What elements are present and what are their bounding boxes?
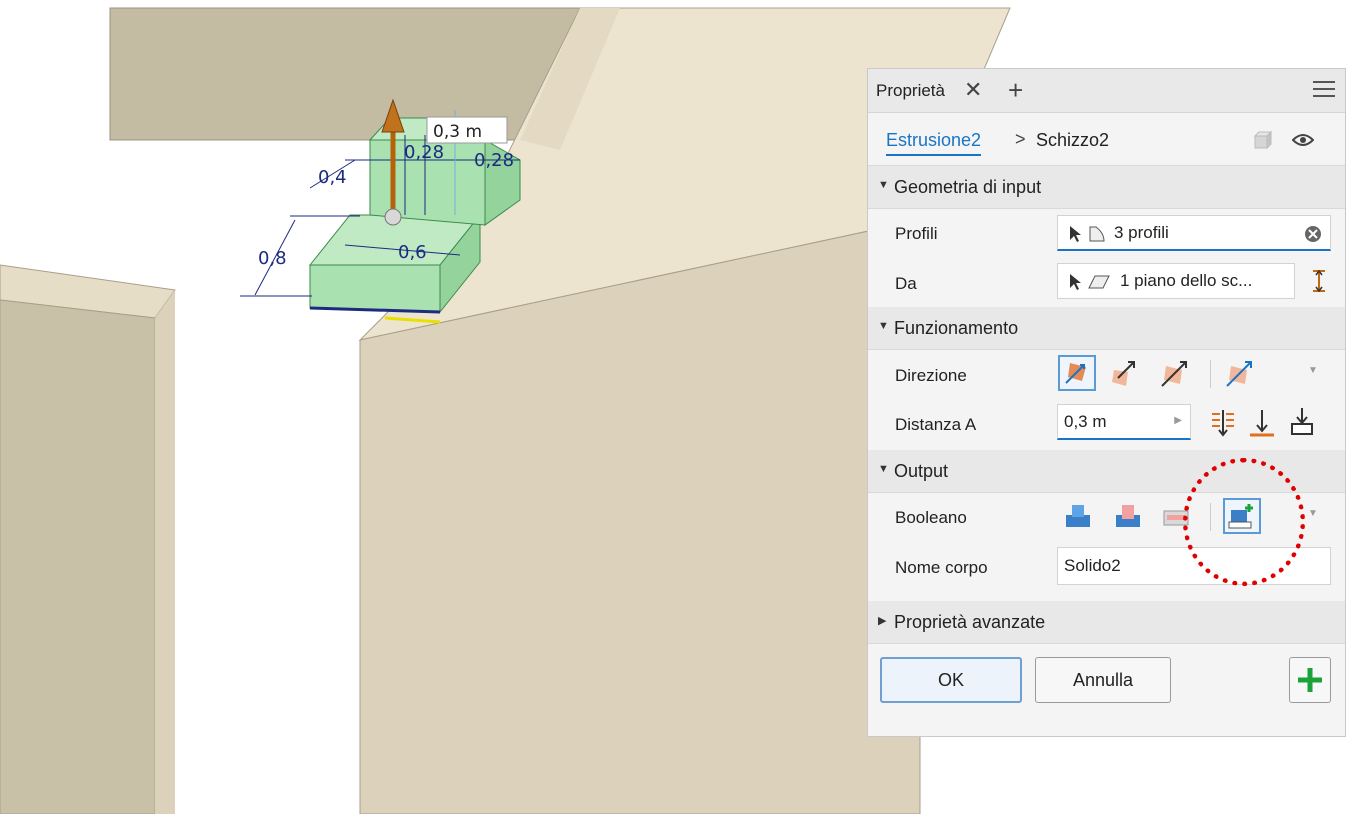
direction-label: Direzione xyxy=(895,366,967,385)
distance-value: 0,3 m xyxy=(1064,412,1107,431)
caret-down-icon: ▼ xyxy=(878,179,889,191)
height-value-text: 0,3 m xyxy=(433,122,482,142)
from-value: 1 piano dello sc... xyxy=(1120,271,1253,290)
join-icon[interactable] xyxy=(1063,501,1093,531)
boolean-dropdown-icon[interactable]: ▼ xyxy=(1308,508,1318,519)
row-distance: Distanza A 0,3 m ▶ xyxy=(868,400,1345,450)
section-behavior-label: Funzionamento xyxy=(894,318,1019,338)
breadcrumb: Estrusione2 > Schizzo2 xyxy=(868,113,1345,166)
dimension-028-left: 0,28 xyxy=(404,142,444,163)
left-pillar-side xyxy=(155,290,175,814)
caret-down-icon: ▼ xyxy=(878,463,889,475)
to-icon[interactable] xyxy=(1248,408,1276,438)
row-profiles: Profili 3 profili xyxy=(868,209,1345,259)
breadcrumb-separator: > xyxy=(1015,129,1026,149)
hamburger-menu-icon[interactable] xyxy=(1313,81,1335,102)
cut-icon[interactable] xyxy=(1113,501,1143,531)
dimension-028-right: 0,28 xyxy=(474,150,514,171)
row-direction: Direzione ▼ xyxy=(868,350,1345,400)
section-input-geometry[interactable]: ▼ Geometria di input xyxy=(868,166,1345,209)
toolbar-divider xyxy=(1210,360,1211,388)
distance-between-icon[interactable] xyxy=(1208,408,1236,438)
profiles-label: Profili xyxy=(895,224,938,243)
distance-label: Distanza A xyxy=(895,415,977,434)
through-all-icon[interactable] xyxy=(1288,406,1316,436)
caret-right-icon: ▶ xyxy=(878,615,887,627)
dimension-08: 0,8 xyxy=(258,248,287,269)
eye-icon[interactable] xyxy=(1292,132,1314,148)
cancel-button[interactable]: Annulla xyxy=(1035,657,1171,703)
distance-input[interactable]: 0,3 m ▶ xyxy=(1057,404,1191,440)
section-behavior[interactable]: ▼ Funzionamento xyxy=(868,307,1345,350)
section-output-label: Output xyxy=(894,461,949,481)
panel-tab-bar: Proprietà ✕ + xyxy=(868,69,1345,113)
cursor-icon xyxy=(1070,226,1081,242)
plus-icon xyxy=(1298,668,1322,692)
close-icon[interactable]: ✕ xyxy=(964,77,982,103)
left-pillar-front xyxy=(0,299,156,815)
breadcrumb-sketch[interactable]: Schizzo2 xyxy=(1036,130,1109,151)
direction-flip-icon[interactable] xyxy=(1108,358,1140,390)
direction-dropdown-icon[interactable]: ▼ xyxy=(1308,365,1318,376)
section-advanced-label: Proprietà avanzate xyxy=(894,612,1046,632)
section-input-geometry-label: Geometria di input xyxy=(894,177,1042,197)
panel-footer: OK Annulla xyxy=(868,644,1345,724)
direction-default-button[interactable] xyxy=(1058,355,1096,391)
properties-panel: Proprietà ✕ + Estrusione2 > Schizzo2 ▼ G… xyxy=(867,68,1346,737)
from-label: Da xyxy=(895,274,917,293)
direction-asymmetric-icon[interactable] xyxy=(1223,358,1255,390)
ok-button[interactable]: OK xyxy=(880,657,1022,703)
profile-icon xyxy=(1089,226,1105,242)
profiles-value: 3 profili xyxy=(1114,223,1169,242)
boolean-label: Booleano xyxy=(895,508,967,527)
back-wall-top xyxy=(109,7,581,141)
row-from: Da 1 piano dello sc... xyxy=(868,259,1345,307)
cube-icon[interactable] xyxy=(1253,131,1273,151)
body-name-label: Nome corpo xyxy=(895,558,988,577)
dimension-04: 0,4 xyxy=(318,167,347,188)
section-advanced[interactable]: ▶ Proprietà avanzate xyxy=(868,601,1345,644)
caret-down-icon: ▼ xyxy=(878,320,889,332)
cursor-icon xyxy=(1070,274,1081,290)
highlight-annotation-circle xyxy=(1183,458,1305,586)
profiles-selector[interactable]: 3 profili xyxy=(1057,215,1331,251)
breadcrumb-feature[interactable]: Estrusione2 xyxy=(886,130,982,156)
body-name-value: Solido2 xyxy=(1064,556,1121,575)
from-selector[interactable]: 1 piano dello sc... xyxy=(1057,263,1295,299)
plane-icon xyxy=(1088,275,1110,289)
extents-icon[interactable] xyxy=(1312,269,1326,293)
dimension-06: 0,6 xyxy=(398,242,427,263)
distance-arrow-icon[interactable]: ▶ xyxy=(1174,415,1182,426)
clear-selection-icon[interactable] xyxy=(1304,225,1322,243)
tab-properties[interactable]: Proprietà xyxy=(876,81,945,101)
direction-symmetric-icon[interactable] xyxy=(1158,358,1190,390)
add-tab-icon[interactable]: + xyxy=(1008,75,1023,106)
apply-new-button[interactable] xyxy=(1289,657,1331,703)
direction-default-icon xyxy=(1065,363,1086,384)
